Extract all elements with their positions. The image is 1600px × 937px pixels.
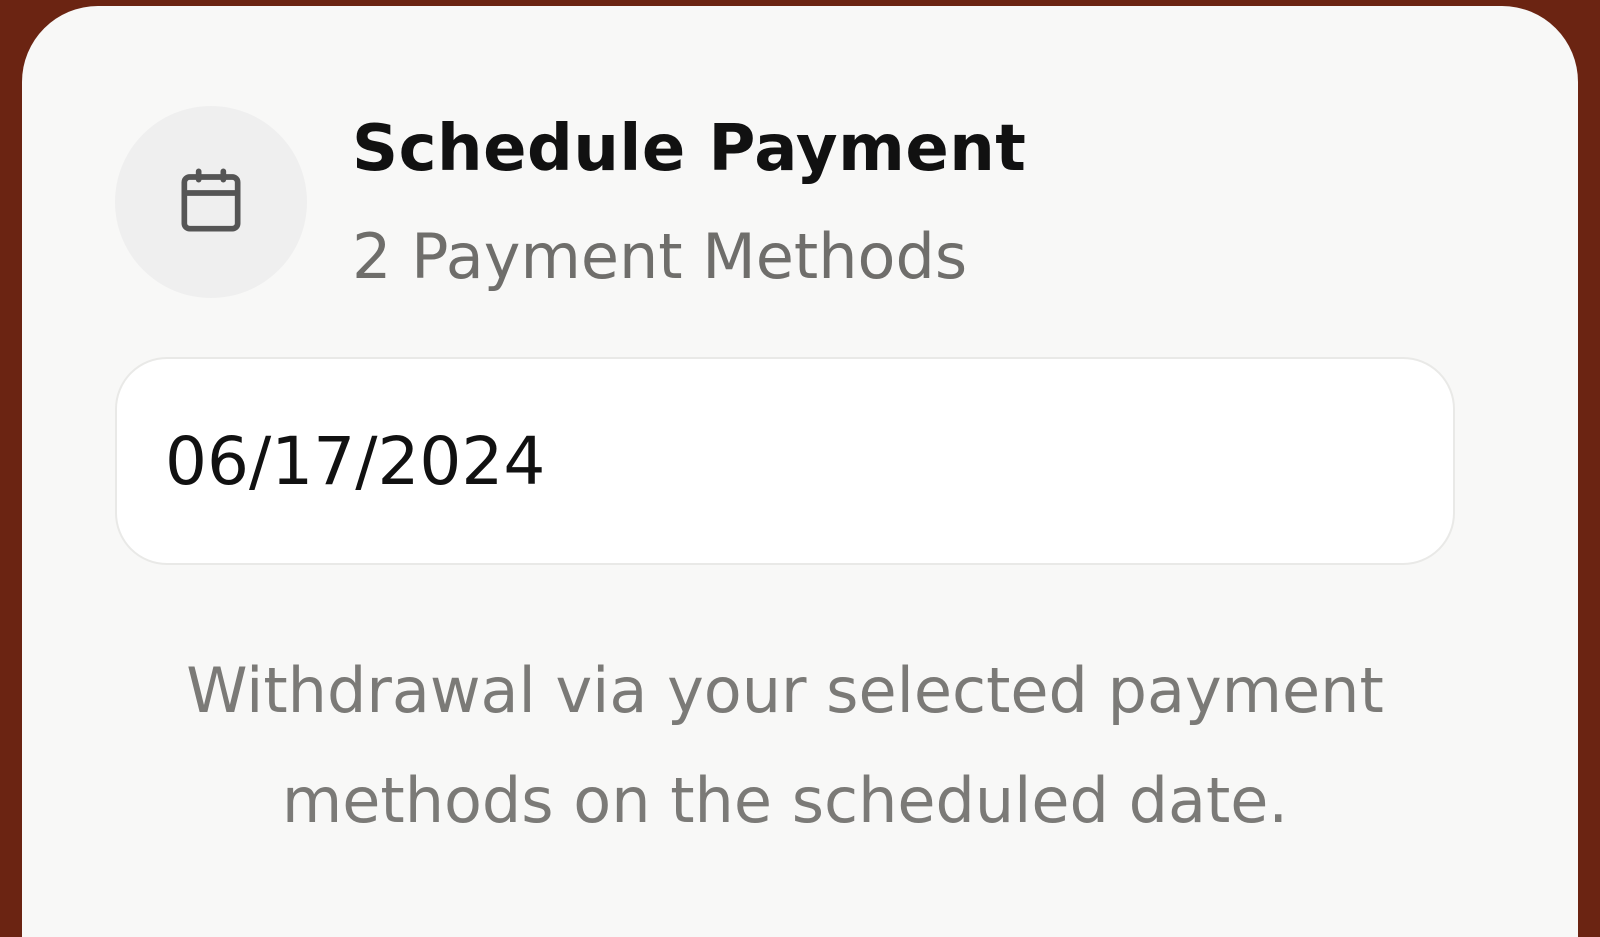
payment-methods-count: 2 Payment Methods [352,220,968,293]
schedule-date-input[interactable] [115,357,1455,565]
card-title: Schedule Payment [352,112,1027,186]
withdrawal-note: Withdrawal via your selected payment met… [186,654,1384,837]
calendar-icon-badge [115,106,307,298]
schedule-payment-card: Schedule Payment 2 Payment Methods Withd… [22,6,1578,937]
calendar-icon [181,168,241,232]
